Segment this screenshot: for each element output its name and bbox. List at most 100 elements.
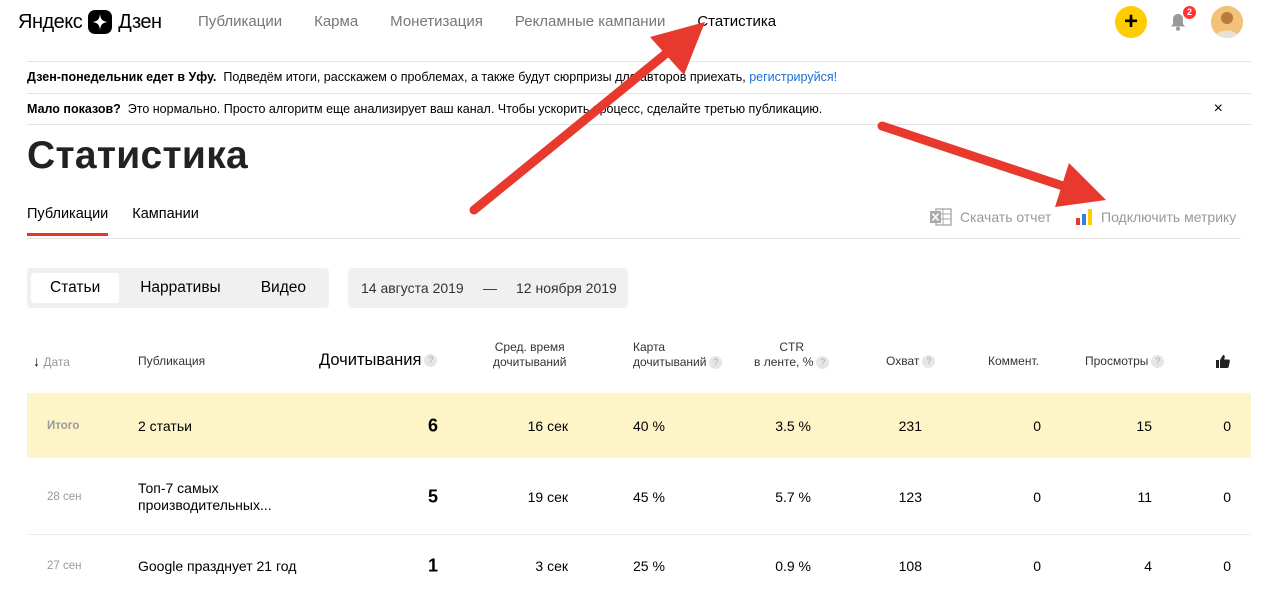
table-row[interactable]: 27 сен Google празднует 21 год 1 3 сек 2… [27, 536, 1251, 596]
row-views: 4 [1144, 558, 1152, 574]
header-ctr-line1: CTR [779, 340, 805, 354]
total-comments: 0 [1033, 417, 1041, 434]
total-publications: 2 статьи [138, 417, 192, 434]
total-ctr: 3.5 % [775, 417, 811, 434]
header-avg-time: Сред. время дочитываний [493, 340, 566, 370]
page-title: Статистика [27, 134, 249, 177]
total-likes: 0 [1223, 417, 1231, 434]
row-date: 27 сен [47, 560, 82, 572]
segment-articles[interactable]: Статьи [31, 273, 120, 303]
segment-narratives[interactable]: Нарративы [121, 273, 239, 303]
row-reach: 108 [898, 558, 922, 574]
header-comments: Коммент. [988, 354, 1039, 368]
header-ctr: CTR в ленте, %? [754, 340, 830, 370]
date-to: 12 ноября 2019 [516, 280, 617, 296]
header-views-label: Просмотры [1085, 354, 1149, 368]
header-read-map-line2: дочитываний [633, 355, 707, 369]
date-range-picker[interactable]: 14 августа 2019 — 12 ноября 2019 [348, 268, 628, 308]
header-views: Просмотры? [1085, 354, 1165, 369]
help-icon[interactable]: ? [1151, 355, 1165, 369]
header-readthroughs: Дочитывания? [319, 351, 438, 369]
thumbs-up-icon [1216, 355, 1230, 368]
header-date-label: Дата [43, 355, 70, 369]
avatar[interactable] [1211, 6, 1243, 38]
help-icon[interactable]: ? [816, 356, 830, 370]
nav-publications[interactable]: Публикации [198, 13, 282, 30]
row-avg-time: 19 сек [527, 488, 568, 505]
row-ctr: 5.7 % [775, 488, 811, 505]
notice-low-impressions: Мало показов? Это нормально. Просто алго… [27, 93, 1251, 124]
table-row[interactable]: 28 сен Топ-7 самых производительных... 5… [27, 459, 1251, 535]
total-readthroughs: 6 [427, 415, 438, 435]
connect-metrika-label: Подключить метрику [1101, 208, 1237, 225]
top-bar: Яндекс Дзен Публикации Карма Монетизация… [0, 0, 1278, 44]
create-button[interactable]: + [1115, 6, 1147, 38]
date-from: 14 августа 2019 [361, 280, 464, 296]
total-views: 15 [1136, 417, 1152, 434]
help-icon[interactable]: ? [709, 356, 723, 370]
header-read-map: Карта дочитываний? [633, 340, 723, 370]
logo-text-right: Дзен [118, 10, 162, 33]
row-readthroughs: 1 [427, 555, 438, 576]
row-publication-link[interactable]: Топ-7 самых производительных... [138, 480, 298, 514]
notice-register-link[interactable]: регистрируйся! [749, 70, 837, 84]
nav-statistics[interactable]: Статистика [697, 13, 776, 30]
row-readthroughs: 5 [427, 486, 438, 506]
sort-down-icon: ↓ [33, 353, 40, 369]
zen-star-icon [88, 10, 113, 34]
annotation-arrow-to-metrika [877, 121, 1106, 207]
sort-date-header[interactable]: ↓ Дата [33, 354, 70, 370]
header-publication: Публикация [138, 354, 206, 368]
main-nav: Публикации Карма Монетизация Рекламные к… [198, 13, 776, 30]
tab-publications[interactable]: Публикации [27, 206, 109, 236]
download-report-button[interactable]: Скачать отчет [930, 208, 1051, 226]
row-comments: 0 [1033, 558, 1041, 574]
row-ctr: 0.9 % [775, 558, 811, 574]
excel-icon [930, 208, 952, 226]
close-icon[interactable]: × [1214, 94, 1223, 124]
segment-video[interactable]: Видео [242, 273, 325, 303]
nav-karma[interactable]: Карма [314, 13, 358, 30]
row-read-map: 45 % [633, 488, 665, 505]
download-report-label: Скачать отчет [960, 209, 1052, 225]
metrika-icon [1076, 209, 1092, 225]
content-type-switch: Статьи Нарративы Видео [27, 268, 329, 308]
table-row-total[interactable]: Итого 2 статьи 6 16 сек 40 % 3.5 % 231 0… [27, 393, 1251, 458]
nav-monetization[interactable]: Монетизация [390, 13, 483, 30]
total-label: Итого [47, 419, 80, 432]
total-read-map: 40 % [633, 417, 665, 434]
row-comments: 0 [1033, 488, 1041, 505]
header-reach-label: Охват [886, 354, 920, 368]
total-reach: 231 [898, 417, 922, 434]
divider [27, 238, 1241, 239]
tab-campaigns[interactable]: Кампании [132, 206, 199, 236]
logo-text-left: Яндекс [18, 10, 83, 33]
user-avatar-icon [1211, 6, 1243, 38]
header-avg-time-line1: Сред. время [494, 340, 565, 354]
row-reach: 123 [898, 488, 922, 505]
yandex-zen-logo[interactable]: Яндекс Дзен [18, 8, 162, 36]
header-readthroughs-label: Дочитывания [319, 351, 422, 369]
plus-icon: + [1123, 8, 1138, 35]
notification-badge: 2 [1183, 6, 1196, 19]
connect-metrika-button[interactable]: Подключить метрику [1076, 208, 1236, 225]
row-likes: 0 [1223, 558, 1231, 574]
header-reach: Охват? [886, 354, 936, 369]
notice-low-impressions-text: Это нормально. Просто алгоритм еще анали… [127, 102, 823, 116]
row-likes: 0 [1223, 488, 1231, 505]
header-ctr-line2: в ленте, % [754, 355, 814, 369]
help-icon[interactable]: ? [424, 354, 438, 368]
notice-event: Дзен-понедельник едет в Уфу. Подведём ит… [27, 61, 1251, 92]
notice-event-text: Подведём итоги, расскажем о проблемах, а… [223, 70, 746, 84]
total-avg-time: 16 сек [527, 417, 568, 434]
help-icon[interactable]: ? [922, 355, 936, 369]
notice-event-title: Дзен-понедельник едет в Уфу. [27, 70, 217, 84]
divider [27, 124, 1251, 125]
row-publication-link[interactable]: Google празднует 21 год [138, 558, 296, 574]
date-separator: — [483, 280, 497, 296]
header-avg-time-line2: дочитываний [493, 355, 567, 369]
header-read-map-line1: Карта [633, 340, 666, 354]
row-views: 11 [1137, 488, 1152, 505]
nav-ad-campaigns[interactable]: Рекламные кампании [515, 13, 665, 30]
row-read-map: 25 % [633, 558, 665, 574]
